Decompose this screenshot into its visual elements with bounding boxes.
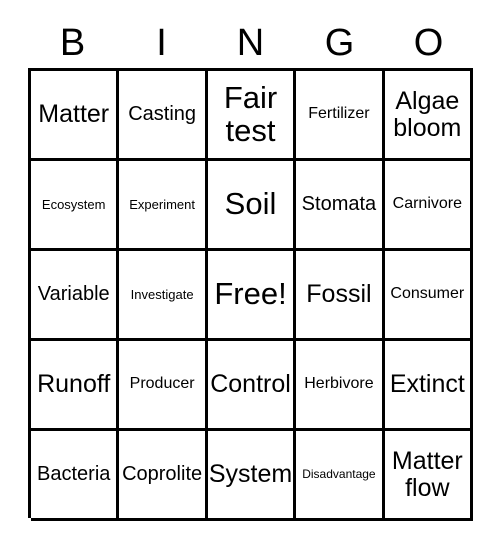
bingo-header-letter-g: G [324,22,355,64]
bingo-cell-g1[interactable]: Fertilizer [296,71,385,161]
bingo-cell-o5[interactable]: Matter flow [384,431,474,521]
bingo-cell-n2[interactable]: Soil [207,161,297,251]
bingo-header-letter-i: I [156,22,167,64]
bingo-cell-i3[interactable]: Investigate [119,251,208,341]
bingo-cell-o2[interactable]: Carnivore [384,161,474,251]
bingo-row: Bacteria Coprolite System Disadvantage M… [31,431,474,521]
bingo-cell-label: Consumer [390,285,465,303]
bingo-cell-label: Herbivore [304,375,374,393]
bingo-header-row: B I N G O [28,18,473,68]
bingo-cell-o1[interactable]: Algae bloom [384,71,474,161]
bingo-cell-b3[interactable]: Variable [31,251,120,341]
bingo-cell-label: Stomata [301,193,377,215]
bingo-cell-i5[interactable]: Coprolite [119,431,208,521]
bingo-cell-b1[interactable]: Matter [31,71,120,161]
bingo-cell-n4[interactable]: Control [207,341,297,431]
bingo-cell-n1[interactable]: Fair test [207,71,297,161]
bingo-cell-label: Variable [37,283,110,305]
bingo-grid: Matter Casting Fair test Fertilizer Alga… [28,68,474,521]
bingo-cell-o4[interactable]: Extinct [384,341,474,431]
bingo-cell-label: Producer [129,375,195,393]
bingo-cell-b4[interactable]: Runoff [31,341,120,431]
bingo-row: Variable Investigate Free! Fossil Consum… [31,251,474,341]
bingo-cell-b5[interactable]: Bacteria [31,431,120,521]
bingo-cell-label: Free! [214,276,287,312]
bingo-cell-free-space[interactable]: Free! [207,251,297,341]
bingo-cell-g5[interactable]: Disadvantage [296,431,385,521]
bingo-cell-label: Casting [128,103,197,125]
bingo-cell-g3[interactable]: Fossil [296,251,385,341]
bingo-cell-label: Fossil [306,280,372,309]
bingo-row: Matter Casting Fair test Fertilizer Alga… [31,71,474,161]
bingo-cell-label: Algae bloom [393,87,462,142]
bingo-cell-g4[interactable]: Herbivore [296,341,385,431]
bingo-cell-label: Disadvantage [302,467,376,482]
bingo-header-letter-b: B [59,22,86,64]
bingo-cell-label: Soil [224,186,277,222]
bingo-header-letter-n: N [236,22,265,64]
bingo-cell-i4[interactable]: Producer [119,341,208,431]
bingo-row: Runoff Producer Control Herbivore Extinc… [31,341,474,431]
bingo-cell-label: Matter flow [391,447,463,502]
bingo-cell-i1[interactable]: Casting [119,71,208,161]
bingo-cell-label: Experiment [129,196,195,212]
bingo-cell-label: System [208,460,293,489]
bingo-cell-label: Extinct [389,370,465,399]
bingo-row: Ecosystem Experiment Soil Stomata Carniv… [31,161,474,251]
bingo-cell-label: Matter [38,100,110,129]
bingo-cell-label: Control [210,370,291,399]
bingo-cell-label: Bacteria [37,463,111,485]
bingo-cell-label: Ecosystem [41,196,106,212]
bingo-cell-g2[interactable]: Stomata [296,161,385,251]
bingo-cell-label: Runoff [37,370,111,399]
bingo-card: B I N G O Matter Casting Fair test Ferti… [0,0,501,544]
bingo-cell-n5[interactable]: System [207,431,297,521]
bingo-cell-label: Coprolite [122,463,203,485]
bingo-header-letter-o: O [413,22,444,64]
bingo-cell-label: Investigate [130,286,194,302]
bingo-cell-i2[interactable]: Experiment [119,161,208,251]
bingo-cell-o3[interactable]: Consumer [384,251,474,341]
bingo-cell-label: Fair test [223,79,278,148]
bingo-cell-b2[interactable]: Ecosystem [31,161,120,251]
bingo-cell-label: Carnivore [392,195,462,213]
bingo-cell-label: Fertilizer [308,105,370,123]
